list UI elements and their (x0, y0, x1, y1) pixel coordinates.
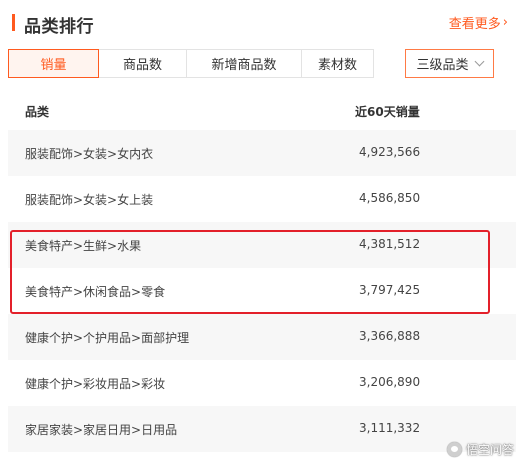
table-header: 品类 近60天销量 (8, 93, 516, 129)
tab-product-count[interactable]: 商品数 (99, 50, 187, 77)
category-cell: 家居家装>家居日用>日用品 (25, 423, 178, 437)
chevron-down-icon[interactable] (474, 56, 484, 67)
title-accent-bar (12, 14, 15, 31)
view-more-label[interactable]: 查看更多 (449, 13, 501, 32)
category-level-value[interactable]: 三级品类 (416, 54, 468, 73)
table-row[interactable]: 健康个护>彩妆用品>彩妆 3,206,890 (8, 360, 516, 406)
metric-tabs: 销量 商品数 新增商品数 素材数 (8, 49, 374, 78)
category-cell: 美食特产>休闲食品>零食 (25, 285, 166, 299)
category-level-select[interactable]: 三级品类 (405, 49, 494, 78)
category-cell: 服装配饰>女装>女上装 (25, 193, 154, 207)
tab-material-count[interactable]: 素材数 (302, 50, 373, 77)
panel-title: 品类排行 (24, 17, 94, 37)
table-row[interactable]: 健康个护>个护用品>面部护理 3,366,888 (8, 314, 516, 360)
category-cell: 美食特产>生鲜>水果 (25, 239, 142, 253)
column-header-sales: 近60天销量 (355, 105, 420, 119)
sales-cell: 3,366,888 (359, 329, 421, 343)
category-table: 服装配饰>女装>女内衣 4,923,566 服装配饰>女装>女上装 4,586,… (8, 130, 516, 452)
panel-header: 品类排行 查看更多 › (0, 0, 522, 44)
sales-cell: 3,797,425 (359, 283, 421, 297)
view-more-link[interactable]: 查看更多 › (449, 13, 508, 32)
tab-sales[interactable]: 销量 (8, 49, 99, 78)
watermark: 悟空问答 (446, 441, 514, 458)
sales-cell: 4,381,512 (359, 237, 421, 251)
wukong-logo-icon (446, 442, 462, 457)
table-row[interactable]: 美食特产>休闲食品>零食 3,797,425 (8, 268, 516, 314)
table-row[interactable]: 美食特产>生鲜>水果 4,381,512 (8, 222, 516, 268)
table-row[interactable]: 服装配饰>女装>女上装 4,586,850 (8, 176, 516, 222)
tab-new-products[interactable]: 新增商品数 (187, 50, 302, 77)
sales-cell: 4,923,566 (359, 145, 421, 159)
category-cell: 健康个护>个护用品>面部护理 (25, 331, 190, 345)
table-row[interactable]: 服装配饰>女装>女内衣 4,923,566 (8, 130, 516, 176)
column-header-category: 品类 (25, 105, 50, 119)
table-row[interactable]: 家居家装>家居日用>日用品 3,111,332 (8, 406, 516, 452)
category-cell: 健康个护>彩妆用品>彩妆 (25, 377, 166, 391)
watermark-text: 悟空问答 (465, 443, 514, 457)
chevron-right-icon[interactable]: › (503, 15, 508, 30)
sales-cell: 3,111,332 (359, 421, 421, 435)
sales-cell: 3,206,890 (359, 375, 421, 389)
sales-cell: 4,586,850 (359, 191, 421, 205)
category-cell: 服装配饰>女装>女内衣 (25, 147, 154, 161)
